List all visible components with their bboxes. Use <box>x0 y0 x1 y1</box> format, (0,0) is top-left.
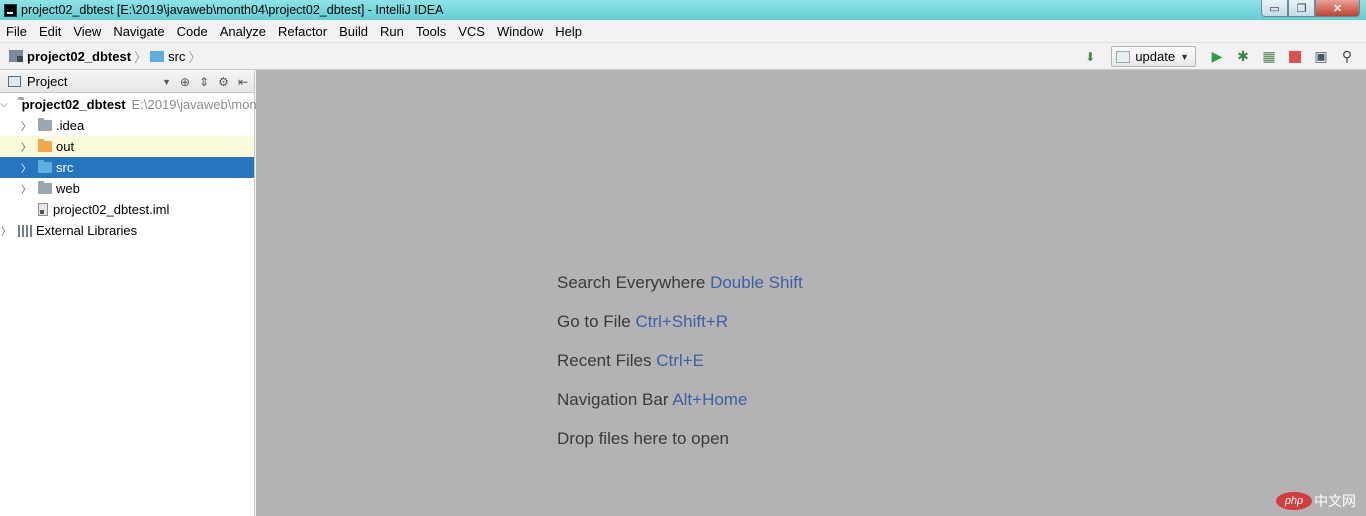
hint-text: Navigation Bar <box>557 390 669 409</box>
hint-go-to-file: Go to File Ctrl+Shift+R <box>557 311 803 350</box>
chevron-down-icon: ▼ <box>1180 51 1189 62</box>
menu-view[interactable]: View <box>67 24 107 39</box>
menu-window[interactable]: Window <box>491 24 549 39</box>
php-logo: php <box>1276 492 1312 510</box>
navigation-bar: project02_dbtest 〉 src 〉 ⬇ update ▼ ▶ ✱ … <box>0 43 1366 70</box>
module-file-icon <box>38 203 48 216</box>
close-button[interactable]: ✕ <box>1315 0 1360 17</box>
window-title: project02_dbtest [E:\2019\javaweb\month0… <box>21 3 444 17</box>
intellij-app-icon <box>4 3 17 17</box>
tree-item-label: .idea <box>56 118 85 133</box>
coverage-icon[interactable]: ▦ <box>1260 48 1278 66</box>
menu-file[interactable]: File <box>0 24 33 39</box>
menu-edit[interactable]: Edit <box>33 24 67 39</box>
locate-icon[interactable]: ⊕ <box>180 75 190 89</box>
hint-text: Drop files here to open <box>557 429 729 448</box>
project-tree: ⌵ project02_dbtest E:\2019\javaweb\month… <box>0 93 382 241</box>
watermark-text: 中文网 <box>1314 493 1356 509</box>
expand-right-icon[interactable]: 〉 <box>20 118 32 133</box>
hint-shortcut: Ctrl+Shift+R <box>635 312 729 331</box>
excluded-folder-icon <box>38 139 52 152</box>
menu-code[interactable]: Code <box>171 24 214 39</box>
expand-right-icon[interactable]: 〉 <box>20 160 32 175</box>
tree-item-out[interactable]: 〉 out <box>0 136 254 157</box>
run-icon[interactable]: ▶ <box>1208 48 1226 66</box>
tree-item-project-root[interactable]: ⌵ project02_dbtest E:\2019\javaweb\month… <box>0 94 382 115</box>
folder-icon <box>38 118 52 131</box>
build-project-icon[interactable]: ⬇ <box>1081 48 1099 66</box>
run-toolbar: ⬇ update ▼ ▶ ✱ ▦ ▣ ⚲ <box>1077 45 1360 68</box>
window-controls: ▭ ❐ ✕ <box>1261 0 1360 17</box>
menu-refactor[interactable]: Refactor <box>272 24 333 39</box>
hint-drop-files: Drop files here to open <box>557 428 803 467</box>
editor-hints: Search Everywhere Double Shift Go to Fil… <box>557 272 803 467</box>
hint-text: Go to File <box>557 312 631 331</box>
menu-build[interactable]: Build <box>333 24 374 39</box>
tree-item-web[interactable]: 〉 web <box>0 178 254 199</box>
project-view-selector[interactable]: Project <box>8 74 67 89</box>
tree-item-label: project02_dbtest.iml <box>53 202 170 217</box>
menu-bar: File Edit View Navigate Code Analyze Ref… <box>0 20 1366 43</box>
breadcrumb-src-label: src <box>168 48 186 64</box>
run-config-label: update <box>1135 49 1176 64</box>
title-bar: project02_dbtest [E:\2019\javaweb\month0… <box>0 0 1366 20</box>
expand-right-icon[interactable]: 〉 <box>20 139 32 154</box>
source-folder-icon <box>150 50 165 62</box>
menu-navigate[interactable]: Navigate <box>107 24 170 39</box>
breadcrumb-project-label: project02_dbtest <box>27 48 132 64</box>
expand-down-icon[interactable]: ⌵ <box>0 99 8 110</box>
project-structure-icon[interactable]: ▣ <box>1312 48 1330 66</box>
editor-area[interactable]: Search Everywhere Double Shift Go to Fil… <box>256 70 1366 516</box>
source-folder-icon <box>38 160 52 173</box>
project-panel-header: Project ▼ ⊕ ⇕ ⚙ ⇤ <box>0 70 254 93</box>
hint-recent-files: Recent Files Ctrl+E <box>557 350 803 389</box>
menu-help[interactable]: Help <box>549 24 588 39</box>
run-config-select[interactable]: update ▼ <box>1111 46 1196 67</box>
library-icon <box>18 224 32 237</box>
search-icon[interactable]: ⚲ <box>1338 48 1356 66</box>
config-icon <box>1116 50 1131 63</box>
hint-shortcut: Ctrl+E <box>656 351 704 370</box>
tree-item-idea[interactable]: 〉 .idea <box>0 115 254 136</box>
hint-text: Search Everywhere <box>557 273 706 292</box>
hint-shortcut: Double Shift <box>710 273 803 292</box>
breadcrumb-project[interactable]: project02_dbtest <box>0 49 131 64</box>
hint-search-everywhere: Search Everywhere Double Shift <box>557 272 803 311</box>
hint-navigation-bar: Navigation Bar Alt+Home <box>557 389 803 428</box>
tree-item-label: src <box>56 160 74 175</box>
collapse-all-icon[interactable]: ⇕ <box>199 75 209 89</box>
project-panel-tools: ▼ ⊕ ⇕ ⚙ ⇤ <box>153 70 248 93</box>
maximize-button[interactable]: ❐ <box>1288 0 1315 17</box>
project-folder-icon <box>9 50 23 62</box>
tree-item-label: web <box>56 181 80 196</box>
breadcrumb-chevron-icon: 〉 <box>134 49 148 65</box>
tree-item-src[interactable]: 〉 src <box>0 157 254 178</box>
tree-item-label: project02_dbtest <box>21 97 126 112</box>
menu-vcs[interactable]: VCS <box>452 24 491 39</box>
expand-right-icon[interactable]: 〉 <box>0 223 12 238</box>
tree-item-label: out <box>56 139 75 154</box>
debug-icon[interactable]: ✱ <box>1234 48 1252 66</box>
project-icon <box>8 75 21 87</box>
breadcrumb-src[interactable]: src <box>150 49 185 64</box>
hint-text: Recent Files <box>557 351 652 370</box>
menu-run[interactable]: Run <box>374 24 410 39</box>
stop-icon[interactable] <box>1286 48 1304 66</box>
expand-right-icon[interactable]: 〉 <box>20 181 32 196</box>
project-panel: Project ▼ ⊕ ⇕ ⚙ ⇤ ⌵ project02_dbtest E:\… <box>0 70 382 516</box>
hint-shortcut: Alt+Home <box>672 390 748 409</box>
tree-item-external-libraries[interactable]: 〉 External Libraries <box>0 220 254 241</box>
web-folder-icon <box>38 181 52 194</box>
minimize-button[interactable]: ▭ <box>1261 0 1288 17</box>
chevron-down-icon[interactable]: ▼ <box>162 77 171 87</box>
php-watermark: php 中文网 <box>1276 491 1356 511</box>
project-panel-title: Project <box>27 73 68 89</box>
menu-tools[interactable]: Tools <box>410 24 452 39</box>
tree-item-label: External Libraries <box>36 223 138 238</box>
gear-icon[interactable]: ⚙ <box>218 75 229 89</box>
hide-panel-icon[interactable]: ⇤ <box>238 75 248 89</box>
tree-item-iml[interactable]: project02_dbtest.iml <box>0 199 254 220</box>
breadcrumb-chevron-icon: 〉 <box>188 49 202 65</box>
menu-analyze[interactable]: Analyze <box>214 24 272 39</box>
